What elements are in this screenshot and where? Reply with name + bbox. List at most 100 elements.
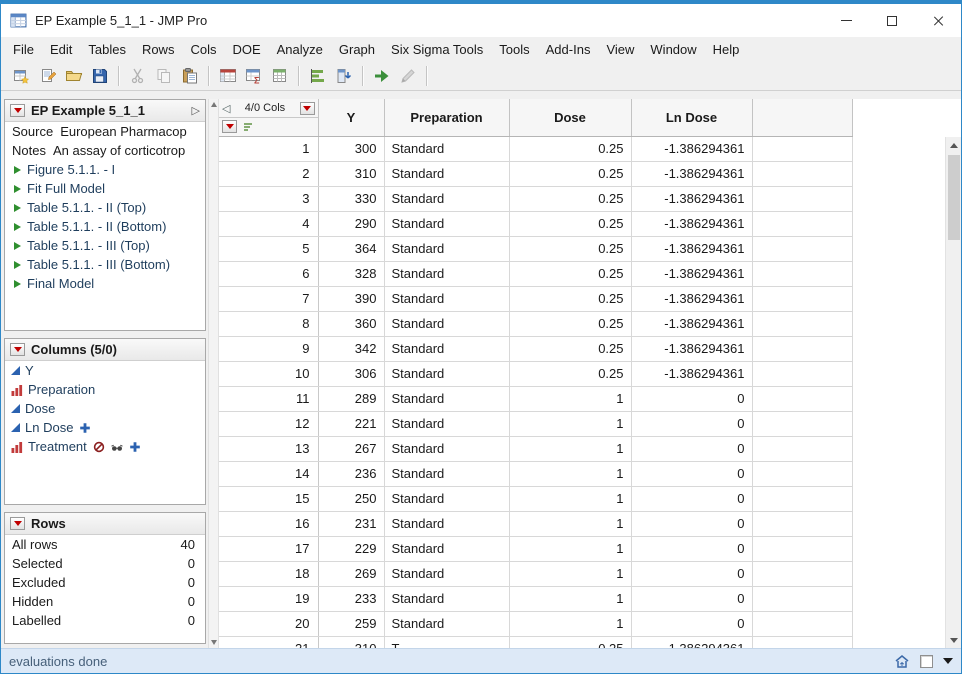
summary-statistics-icon[interactable]: Σ bbox=[242, 64, 266, 88]
cell[interactable]: Standard bbox=[384, 411, 509, 436]
column-item-dose[interactable]: Dose bbox=[5, 399, 205, 418]
cell[interactable]: Standard bbox=[384, 336, 509, 361]
cell[interactable]: 0 bbox=[631, 561, 752, 586]
cell-empty[interactable] bbox=[752, 186, 852, 211]
cell-empty[interactable] bbox=[752, 311, 852, 336]
menu-view[interactable]: View bbox=[598, 38, 642, 61]
rows-stat-hidden[interactable]: Hidden0 bbox=[5, 592, 205, 611]
table-grid-icon[interactable] bbox=[268, 64, 292, 88]
cell[interactable]: 1 bbox=[509, 486, 631, 511]
menu-analyze[interactable]: Analyze bbox=[269, 38, 331, 61]
collapse-columns-icon[interactable]: ◁ bbox=[222, 102, 230, 115]
vertical-scrollbar[interactable] bbox=[945, 137, 961, 648]
menu-rows[interactable]: Rows bbox=[134, 38, 183, 61]
cell[interactable]: 0.25 bbox=[509, 186, 631, 211]
cell[interactable]: Standard bbox=[384, 611, 509, 636]
cell[interactable]: 330 bbox=[318, 186, 384, 211]
cell[interactable]: -1.386294361 bbox=[631, 361, 752, 386]
jmp-table-icon[interactable] bbox=[10, 12, 28, 30]
row-number[interactable]: 15 bbox=[219, 486, 318, 511]
column-header-preparation[interactable]: Preparation bbox=[384, 99, 509, 136]
new-data-table-icon[interactable] bbox=[10, 64, 34, 88]
cell[interactable]: 221 bbox=[318, 411, 384, 436]
cell[interactable]: -1.386294361 bbox=[631, 186, 752, 211]
cell-empty[interactable] bbox=[752, 561, 852, 586]
cell[interactable]: 269 bbox=[318, 561, 384, 586]
new-journal-icon[interactable] bbox=[36, 64, 60, 88]
row-number[interactable]: 10 bbox=[219, 361, 318, 386]
cell-empty[interactable] bbox=[752, 436, 852, 461]
cell[interactable]: 1 bbox=[509, 536, 631, 561]
cell[interactable]: 360 bbox=[318, 311, 384, 336]
cell-empty[interactable] bbox=[752, 511, 852, 536]
rows-stat-all-rows[interactable]: All rows40 bbox=[5, 535, 205, 554]
cell[interactable]: 0.25 bbox=[509, 636, 631, 648]
cell[interactable]: 0 bbox=[631, 461, 752, 486]
rows-stat-labelled[interactable]: Labelled0 bbox=[5, 611, 205, 630]
cell-empty[interactable] bbox=[752, 136, 852, 161]
cell[interactable]: 0 bbox=[631, 586, 752, 611]
cell[interactable]: 0.25 bbox=[509, 236, 631, 261]
cell[interactable]: Standard bbox=[384, 211, 509, 236]
cell[interactable]: 0 bbox=[631, 511, 752, 536]
sidebar-scroll-up-icon[interactable] bbox=[211, 102, 217, 107]
menu-tables[interactable]: Tables bbox=[80, 38, 134, 61]
row-number[interactable]: 17 bbox=[219, 536, 318, 561]
cell[interactable]: Standard bbox=[384, 261, 509, 286]
row-number[interactable]: 3 bbox=[219, 186, 318, 211]
cell[interactable]: -1.386294361 bbox=[631, 261, 752, 286]
row-number[interactable]: 5 bbox=[219, 236, 318, 261]
cell[interactable]: Standard bbox=[384, 561, 509, 586]
cell[interactable]: 229 bbox=[318, 536, 384, 561]
sidebar-scrollbar[interactable] bbox=[208, 99, 219, 648]
scroll-down-button[interactable] bbox=[946, 632, 962, 648]
row-number[interactable]: 19 bbox=[219, 586, 318, 611]
cell[interactable]: Standard bbox=[384, 186, 509, 211]
cell[interactable]: 342 bbox=[318, 336, 384, 361]
row-number[interactable]: 9 bbox=[219, 336, 318, 361]
cell[interactable]: 310 bbox=[318, 636, 384, 648]
cell[interactable]: 0.25 bbox=[509, 211, 631, 236]
cell[interactable]: -1.386294361 bbox=[631, 311, 752, 336]
cell[interactable]: 0.25 bbox=[509, 261, 631, 286]
cell-empty[interactable] bbox=[752, 611, 852, 636]
minimize-button[interactable] bbox=[823, 4, 869, 37]
cell-empty[interactable] bbox=[752, 211, 852, 236]
cell[interactable]: 231 bbox=[318, 511, 384, 536]
cell[interactable]: 250 bbox=[318, 486, 384, 511]
cell[interactable]: Standard bbox=[384, 161, 509, 186]
row-number[interactable]: 7 bbox=[219, 286, 318, 311]
cell[interactable]: 0.25 bbox=[509, 336, 631, 361]
script-item-table-5-1-1-ii-bottom[interactable]: Table 5.1.1. - II (Bottom) bbox=[5, 217, 205, 236]
cell[interactable]: T bbox=[384, 636, 509, 648]
cell[interactable]: Standard bbox=[384, 461, 509, 486]
row-number[interactable]: 11 bbox=[219, 386, 318, 411]
rows-stat-excluded[interactable]: Excluded0 bbox=[5, 573, 205, 592]
row-number[interactable]: 13 bbox=[219, 436, 318, 461]
cell[interactable]: 0.25 bbox=[509, 161, 631, 186]
column-info-icon[interactable] bbox=[332, 64, 356, 88]
cell[interactable]: 0.25 bbox=[509, 361, 631, 386]
cell-empty[interactable] bbox=[752, 486, 852, 511]
cell[interactable]: 259 bbox=[318, 611, 384, 636]
cell[interactable]: -1.386294361 bbox=[631, 161, 752, 186]
collapse-panel-icon[interactable]: ▷ bbox=[192, 104, 200, 117]
cell[interactable]: 1 bbox=[509, 461, 631, 486]
cell[interactable]: Standard bbox=[384, 536, 509, 561]
columns-menu-button[interactable] bbox=[300, 102, 315, 115]
maximize-button[interactable] bbox=[869, 4, 915, 37]
menu-doe[interactable]: DOE bbox=[224, 38, 268, 61]
menu-file[interactable]: File bbox=[5, 38, 42, 61]
column-header-dose[interactable]: Dose bbox=[509, 99, 631, 136]
rows-stat-selected[interactable]: Selected0 bbox=[5, 554, 205, 573]
cell[interactable]: 0.25 bbox=[509, 286, 631, 311]
cell-empty[interactable] bbox=[752, 361, 852, 386]
column-item-preparation[interactable]: Preparation bbox=[5, 380, 205, 399]
row-number[interactable]: 2 bbox=[219, 161, 318, 186]
cell[interactable]: Standard bbox=[384, 136, 509, 161]
row-number[interactable]: 14 bbox=[219, 461, 318, 486]
column-item-ln-dose[interactable]: Ln Dose bbox=[5, 418, 205, 437]
cell[interactable]: -1.386294361 bbox=[631, 211, 752, 236]
cell[interactable]: -1.386294361 bbox=[631, 636, 752, 648]
home-window-icon[interactable] bbox=[894, 653, 910, 669]
